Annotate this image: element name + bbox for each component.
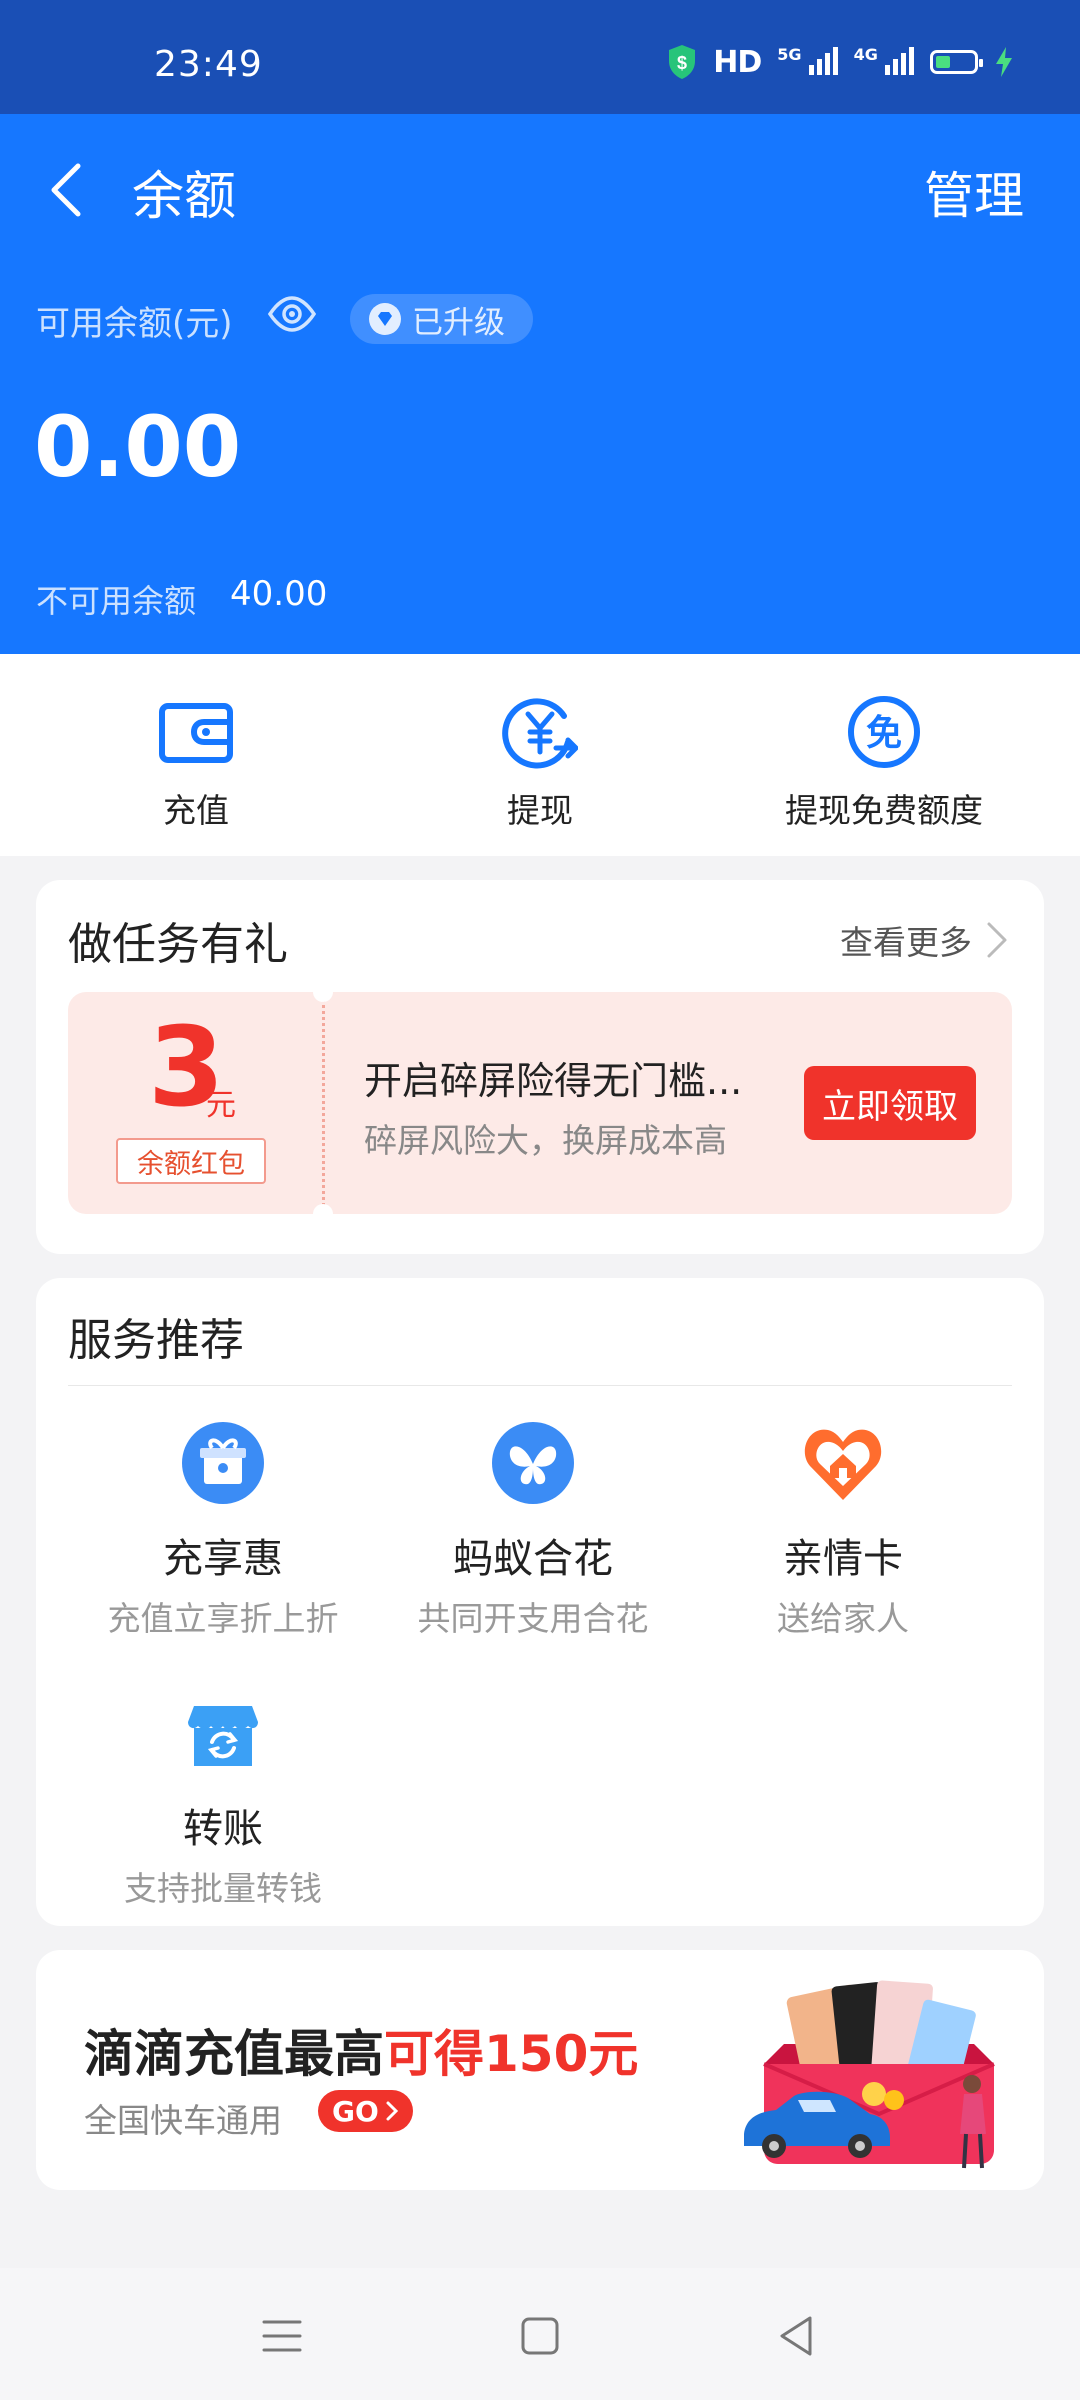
ad-title-highlight: 可得150元 <box>384 2025 639 2083</box>
family-card-icon <box>804 1429 882 1500</box>
services-title: 服务推荐 <box>68 1315 244 1366</box>
promo-title: 开启碎屏险得无门槛... <box>364 1059 743 1103</box>
shield-icon: $ <box>669 45 696 79</box>
withdraw-button[interactable]: 提现 <box>390 694 690 832</box>
available-balance-label: 可用余额(元) <box>36 304 233 344</box>
service-item-transfer[interactable]: 转账 支持批量转钱 <box>68 1690 378 1910</box>
promo-notch-bottom <box>313 1204 333 1224</box>
home-square-icon <box>521 2317 559 2355</box>
svg-text:免: 免 <box>866 713 902 754</box>
unavailable-balance-label: 不可用余额 <box>36 582 197 620</box>
recharge-label: 充值 <box>163 791 229 830</box>
ad-title-main: 滴滴充值最高 <box>84 2025 384 2083</box>
manage-button[interactable]: 管理 <box>924 156 1024 228</box>
status-icons: $ HD 5G 4G <box>667 44 1014 80</box>
services-card: 服务推荐 充享惠 充值立享折上折 蚂蚁合花 共同开支用合花 亲情卡 送给家人 转… <box>36 1278 1044 1926</box>
service-desc: 充值立享折上折 <box>107 1599 339 1638</box>
promo-divider <box>322 992 325 1214</box>
promo-banner[interactable]: 3 元 余额红包 开启碎屏险得无门槛... 碎屏风险大，换屏成本高 立即领取 <box>68 982 1012 1224</box>
wallet-icon <box>159 703 233 763</box>
unavailable-balance-value: 40.00 <box>230 574 328 614</box>
gift-icon <box>182 1422 264 1504</box>
service-item-hehua[interactable]: 蚂蚁合花 共同开支用合花 <box>378 1420 688 1640</box>
go-button[interactable]: GO <box>318 2090 413 2132</box>
home-nav-button[interactable] <box>512 2308 568 2364</box>
svg-text:$: $ <box>677 53 687 73</box>
battery-icon <box>930 50 983 74</box>
page-title: 余额 <box>132 167 237 227</box>
tasks-card: 做任务有礼 查看更多 3 元 余额红包 开启碎屏险得无门槛... 碎屏风险大，换… <box>36 880 1044 1254</box>
signal-4g-icon: 4G <box>854 45 914 79</box>
service-name: 亲情卡 <box>783 1536 903 1582</box>
chevron-right-icon <box>987 922 1007 958</box>
promo-notch-top <box>313 982 333 1002</box>
didi-ad-banner[interactable]: 滴滴充值最高可得150元 全国快车通用 GO <box>36 1950 1044 2190</box>
service-desc: 送给家人 <box>777 1599 909 1638</box>
promo-unit: 元 <box>206 1088 236 1123</box>
eye-icon[interactable] <box>266 292 318 336</box>
status-time: 23:49 <box>154 44 263 85</box>
promo-tag: 余额红包 <box>116 1138 266 1184</box>
back-nav-button[interactable] <box>768 2308 824 2364</box>
see-more-link[interactable]: 查看更多 <box>840 916 1008 964</box>
tasks-title: 做任务有礼 <box>68 919 288 970</box>
menu-icon <box>262 2320 302 2352</box>
menu-nav-button[interactable] <box>254 2308 310 2364</box>
withdraw-label: 提现 <box>507 791 573 830</box>
service-item-chongxianghui[interactable]: 充享惠 充值立享折上折 <box>68 1420 378 1640</box>
service-desc: 支持批量转钱 <box>124 1869 322 1908</box>
status-bar: 23:49 $ HD 5G 4G <box>0 0 1080 114</box>
recharge-button[interactable]: 充值 <box>46 694 346 832</box>
butterfly-icon <box>492 1422 574 1504</box>
free-quota-icon: 免 <box>848 696 920 768</box>
service-name: 转账 <box>183 1806 263 1852</box>
service-desc: 共同开支用合花 <box>417 1599 649 1638</box>
quick-actions: 充值 提现 免 提现免费额度 <box>0 654 1080 856</box>
upgraded-badge[interactable]: 已升级 <box>350 294 533 344</box>
red-envelope-car-illustration <box>744 1980 995 2169</box>
balance-header: 余额 管理 可用余额(元) 已升级 0.00 不可用余额 40.00 <box>0 114 1080 654</box>
go-label: GO <box>332 2094 379 2128</box>
diamond-icon <box>369 303 401 335</box>
back-triangle-icon <box>780 2316 812 2356</box>
free-quota-label: 提现免费额度 <box>785 791 983 830</box>
available-balance-value: 0.00 <box>34 398 242 496</box>
see-more-label: 查看更多 <box>840 923 972 962</box>
chevron-left-icon <box>51 163 81 217</box>
transfer-icon <box>188 1706 258 1766</box>
hd-indicator: HD <box>713 44 762 80</box>
services-divider <box>68 1385 1012 1386</box>
service-name: 充享惠 <box>163 1536 283 1582</box>
promo-subtitle: 碎屏风险大，换屏成本高 <box>364 1121 727 1160</box>
service-item-family-card[interactable]: 亲情卡 送给家人 <box>688 1420 998 1640</box>
charging-icon <box>996 47 1012 77</box>
claim-now-button[interactable]: 立即领取 <box>804 1066 976 1140</box>
signal-5g-icon: 5G <box>777 45 838 79</box>
ad-title: 滴滴充值最高可得150元 <box>84 2014 638 2086</box>
back-button[interactable] <box>36 152 96 228</box>
chevron-right-icon <box>386 2101 398 2121</box>
free-withdraw-quota-button[interactable]: 免 提现免费额度 <box>734 694 1034 832</box>
ad-subtitle: 全国快车通用 <box>84 2101 282 2140</box>
upgraded-label: 已升级 <box>412 304 505 341</box>
system-nav-bar <box>0 2268 1080 2400</box>
withdraw-icon <box>502 698 578 769</box>
service-name: 蚂蚁合花 <box>453 1536 613 1582</box>
